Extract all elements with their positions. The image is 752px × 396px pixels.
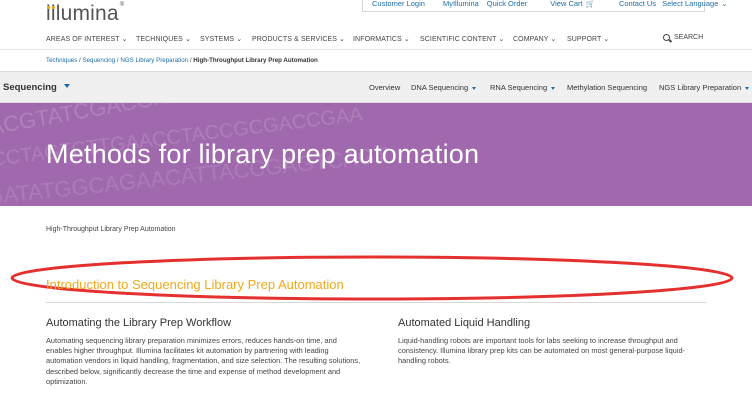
column-text-library-prep-workflow: Automating sequencing library preparatio… (46, 336, 361, 386)
contact-us-link[interactable]: Contact Us (619, 0, 656, 8)
chevron-down-icon (745, 86, 750, 90)
nav-scientific-content[interactable]: SCIENTIFIC CONTENT ⌄ (420, 35, 504, 43)
search-icon (663, 34, 670, 41)
nav-informatics[interactable]: INFORMATICS ⌄ (353, 35, 410, 43)
hero-title: Methods for library prep automation (46, 139, 480, 169)
chevron-down-icon[interactable] (64, 84, 70, 88)
logo-text: illumina (46, 2, 119, 25)
column-title-library-prep-workflow: Automating the Library Prep Workflow (46, 317, 232, 329)
search-button[interactable]: SEARCH (663, 34, 703, 41)
nav-areas-of-interest[interactable]: AREAS OF INTEREST ⌄ (46, 35, 128, 43)
main-nav: AREAS OF INTEREST ⌄ TECHNIQUES ⌄ SYSTEMS… (0, 28, 752, 50)
secondary-nav-title[interactable]: Sequencing (3, 82, 57, 93)
subnav-overview[interactable]: Overview (369, 83, 400, 92)
nav-techniques[interactable]: TECHNIQUES ⌄ (136, 35, 191, 43)
secondary-nav: Sequencing Overview DNA Sequencing RNA S… (0, 71, 752, 103)
nav-support[interactable]: SUPPORT ⌄ (567, 35, 609, 43)
section-divider (46, 302, 706, 303)
utility-bar: Customer Login MyIllumina Quick Order Vi… (362, 0, 728, 12)
view-cart-link[interactable]: View Cart (550, 0, 582, 8)
page-subtitle: High-Throughput Library Prep Automation (46, 226, 176, 233)
breadcrumb: Techniques / Sequencing / NGS Library Pr… (46, 57, 318, 64)
nav-systems[interactable]: SYSTEMS ⌄ (200, 35, 242, 43)
subnav-dna-sequencing[interactable]: DNA Sequencing (411, 83, 477, 92)
breadcrumb-techniques[interactable]: Techniques (46, 57, 77, 64)
breadcrumb-sequencing[interactable]: Sequencing (82, 57, 115, 64)
subnav-methylation-sequencing[interactable]: Methylation Sequencing (567, 83, 647, 92)
chevron-down-icon (551, 86, 556, 90)
illumina-logo[interactable]: illumina® (46, 2, 124, 26)
section-title: Introduction to Sequencing Library Prep … (46, 277, 344, 292)
myillumina-link[interactable]: MyIllumina (443, 0, 479, 8)
registered-mark: ® (119, 2, 125, 8)
hero-banner: ACGTATCGACGACATTACGG TCCTAGTCTTGAACCTACC… (0, 103, 752, 206)
chevron-down-icon: ⌄ (721, 0, 728, 8)
column-title-liquid-handling: Automated Liquid Handling (398, 317, 531, 329)
nav-products-services[interactable]: PRODUCTS & SERVICES ⌄ (252, 35, 345, 43)
customer-login-link[interactable]: Customer Login (372, 0, 425, 8)
chevron-down-icon (472, 86, 477, 90)
nav-company[interactable]: COMPANY ⌄ (513, 35, 556, 43)
subnav-rna-sequencing[interactable]: RNA Sequencing (490, 83, 556, 92)
search-label: SEARCH (674, 34, 704, 41)
select-language-link[interactable]: Select Language (662, 0, 718, 8)
breadcrumb-ngs-library-preparation[interactable]: NGS Library Preparation (120, 57, 188, 64)
quick-order-link[interactable]: Quick Order (487, 0, 527, 8)
cart-icon[interactable]: 🛒 (586, 0, 595, 8)
column-text-liquid-handling: Liquid-handling robots are important too… (398, 336, 686, 366)
breadcrumb-current: High-Throughput Library Prep Automation (193, 57, 318, 64)
subnav-ngs-library-preparation[interactable]: NGS Library Preparation (659, 83, 750, 92)
